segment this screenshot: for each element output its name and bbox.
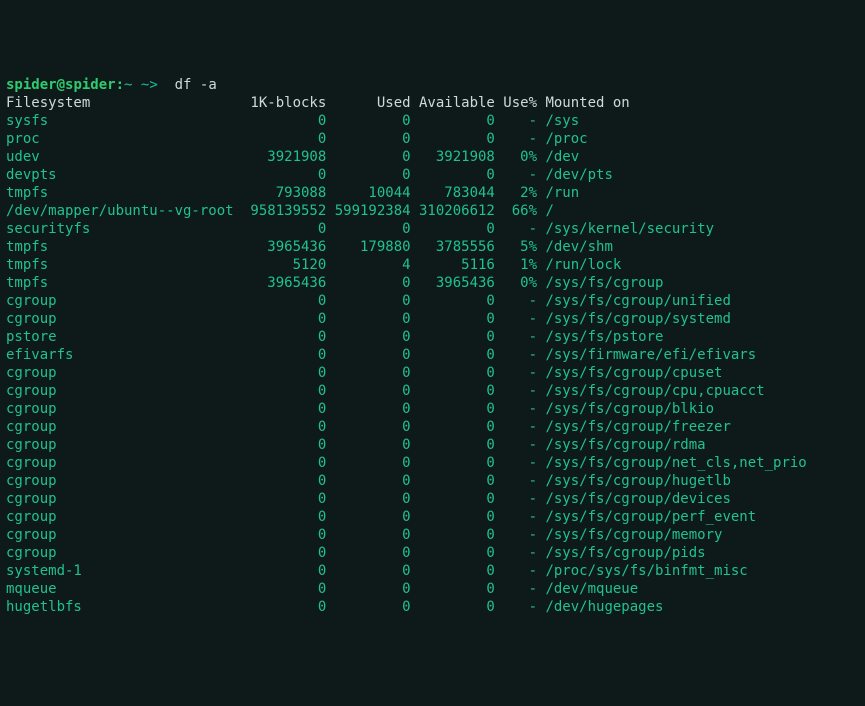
prompt-colon: : <box>116 77 124 93</box>
df-row: cgroup 0 0 0 - <box>6 527 545 543</box>
df-row: proc 0 0 0 - <box>6 131 545 147</box>
df-mount: /sys/fs/cgroup/perf_event <box>545 509 756 525</box>
df-mount: /dev/mqueue <box>545 581 638 597</box>
df-mount: /sys/fs/cgroup/rdma <box>545 437 705 453</box>
df-row: cgroup 0 0 0 - <box>6 473 545 489</box>
df-mount: /sys/kernel/security <box>545 221 714 237</box>
df-mount: /sys/fs/cgroup/cpu,cpuacct <box>545 383 764 399</box>
prompt-arrow: ~> <box>141 77 158 93</box>
prompt-user: spider <box>6 77 57 93</box>
df-row: systemd-1 0 0 0 - <box>6 563 545 579</box>
df-mount: /sys/fs/cgroup/unified <box>545 293 730 309</box>
terminal-output[interactable]: spider@spider:~ ~> df -a Filesystem 1K-b… <box>6 76 859 616</box>
df-mount: /sys/fs/cgroup <box>545 275 663 291</box>
df-mount: /sys/fs/cgroup/cpuset <box>545 365 722 381</box>
df-row: pstore 0 0 0 - <box>6 329 545 345</box>
prompt-at: @ <box>57 77 65 93</box>
df-row: tmpfs 3965436 179880 3785556 5% <box>6 239 545 255</box>
df-mount: /sys/fs/cgroup/blkio <box>545 401 714 417</box>
df-row: cgroup 0 0 0 - <box>6 293 545 309</box>
df-row: cgroup 0 0 0 - <box>6 455 545 471</box>
df-row: efivarfs 0 0 0 - <box>6 347 545 363</box>
df-mount: /proc <box>545 131 587 147</box>
df-row: cgroup 0 0 0 - <box>6 383 545 399</box>
df-row: cgroup 0 0 0 - <box>6 401 545 417</box>
df-mount: / <box>545 203 553 219</box>
df-row: /dev/mapper/ubuntu--vg-root 958139552 59… <box>6 203 545 219</box>
df-header: Filesystem 1K-blocks Used Available Use%… <box>6 95 630 111</box>
df-mount: /sys/fs/cgroup/freezer <box>545 419 730 435</box>
df-mount: /run <box>545 185 579 201</box>
df-row: cgroup 0 0 0 - <box>6 509 545 525</box>
df-row: sysfs 0 0 0 - <box>6 113 545 129</box>
df-mount: /proc/sys/fs/binfmt_misc <box>545 563 747 579</box>
df-row: cgroup 0 0 0 - <box>6 437 545 453</box>
df-row: hugetlbfs 0 0 0 - <box>6 599 545 615</box>
df-mount: /sys/fs/cgroup/hugetlb <box>545 473 730 489</box>
df-mount: /sys/fs/cgroup/systemd <box>545 311 730 327</box>
df-row: cgroup 0 0 0 - <box>6 365 545 381</box>
df-mount: /dev/hugepages <box>545 599 663 615</box>
df-mount: /sys/fs/cgroup/devices <box>545 491 730 507</box>
df-row: tmpfs 793088 10044 783044 2% <box>6 185 545 201</box>
df-mount: /sys/fs/cgroup/net_cls,net_prio <box>545 455 806 471</box>
df-mount: /sys/fs/cgroup/memory <box>545 527 722 543</box>
df-mount: /sys/firmware/efi/efivars <box>545 347 756 363</box>
df-mount: /dev <box>545 149 579 165</box>
df-row: tmpfs 5120 4 5116 1% <box>6 257 545 273</box>
df-row: tmpfs 3965436 0 3965436 0% <box>6 275 545 291</box>
df-mount: /sys <box>545 113 579 129</box>
df-mount: /sys/fs/pstore <box>545 329 663 345</box>
df-row: cgroup 0 0 0 - <box>6 545 545 561</box>
command-text: df -a <box>175 77 217 93</box>
prompt-path: ~ <box>124 77 132 93</box>
df-mount: /sys/fs/cgroup/pids <box>545 545 705 561</box>
df-row: mqueue 0 0 0 - <box>6 581 545 597</box>
df-row: udev 3921908 0 3921908 0% <box>6 149 545 165</box>
df-mount: /run/lock <box>545 257 621 273</box>
df-mount: /dev/pts <box>545 167 612 183</box>
df-row: cgroup 0 0 0 - <box>6 491 545 507</box>
df-row: cgroup 0 0 0 - <box>6 419 545 435</box>
df-mount: /dev/shm <box>545 239 612 255</box>
df-row: securityfs 0 0 0 - <box>6 221 545 237</box>
df-row: cgroup 0 0 0 - <box>6 311 545 327</box>
prompt-host: spider <box>65 77 116 93</box>
df-row: devpts 0 0 0 - <box>6 167 545 183</box>
